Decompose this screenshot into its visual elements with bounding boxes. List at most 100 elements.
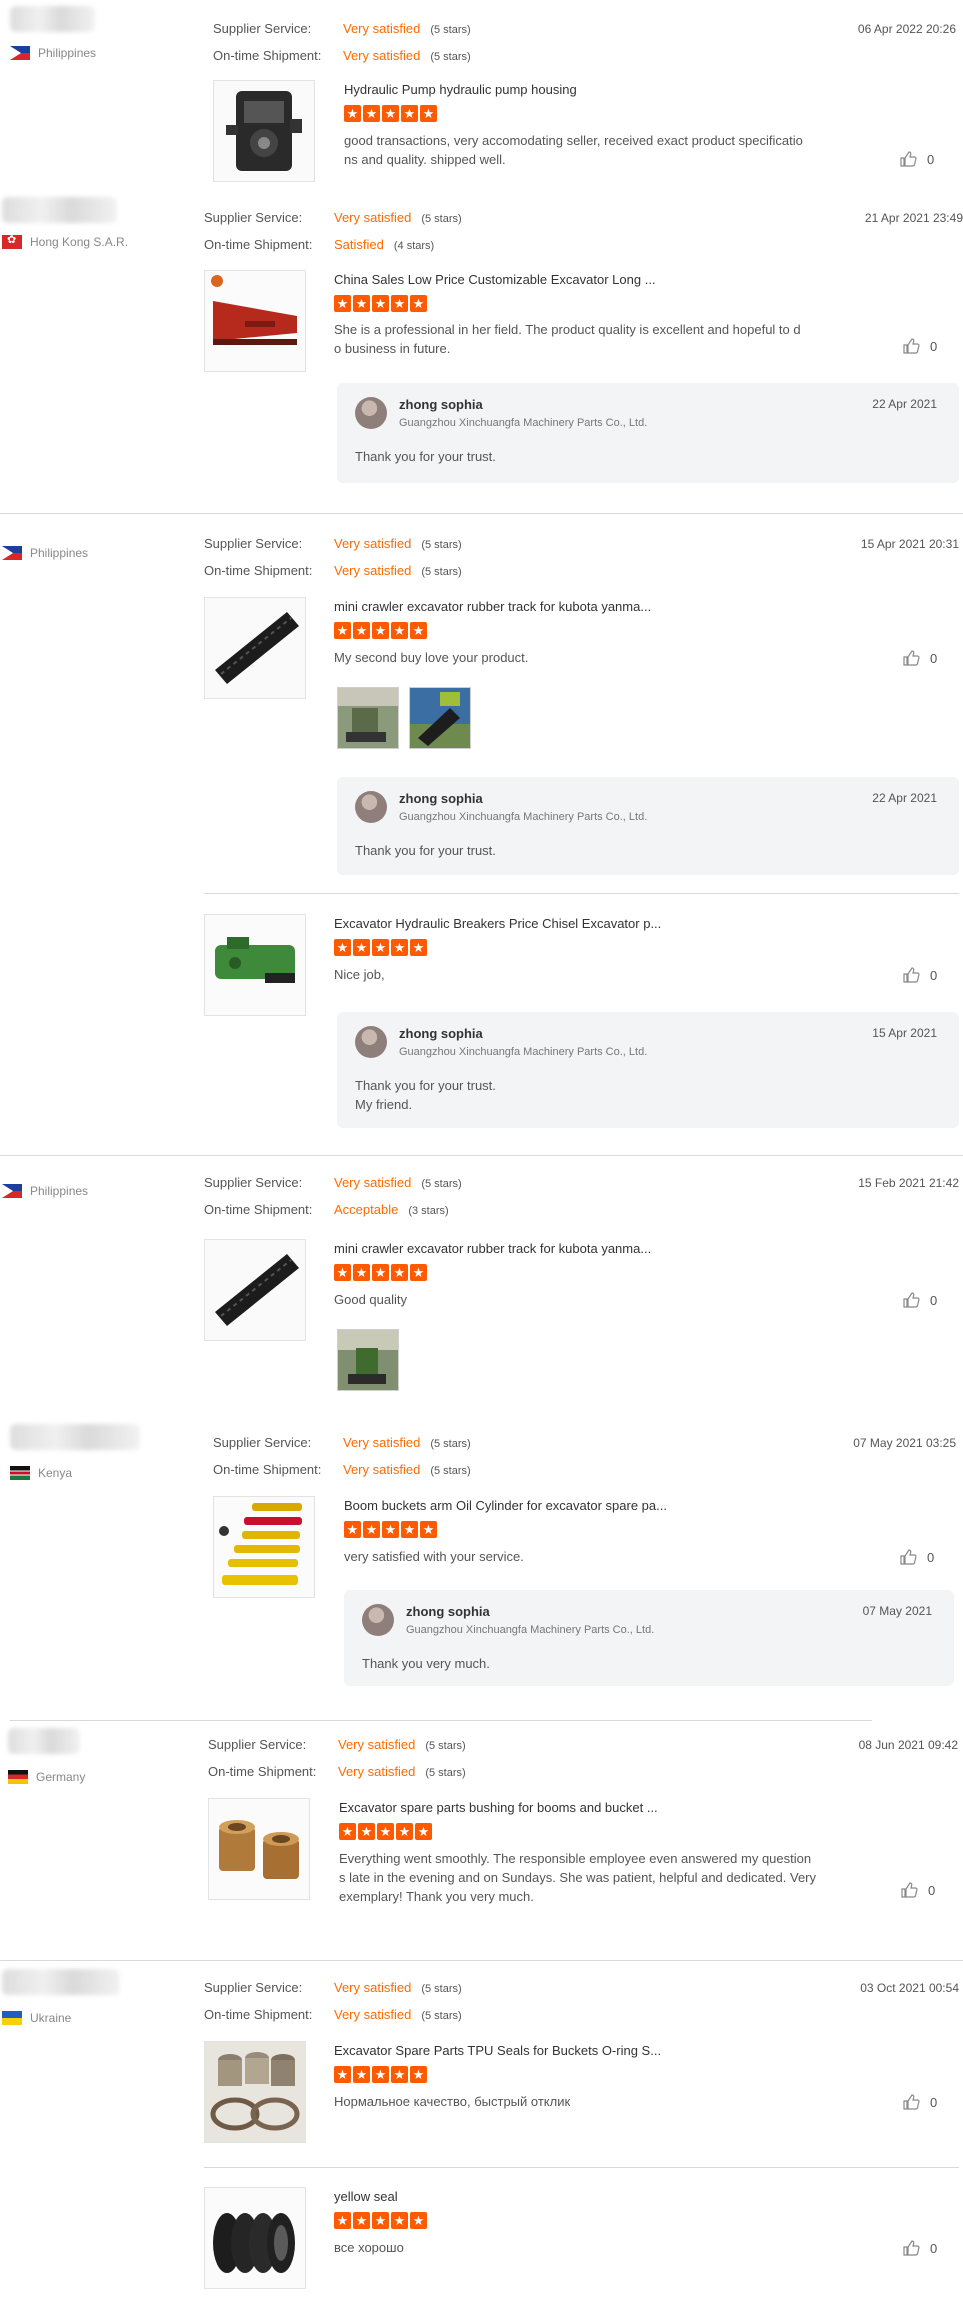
supplier-service-value: Very satisfied	[338, 1737, 416, 1752]
item-rating-stars: ★ ★ ★ ★ ★	[344, 105, 437, 122]
reply-date: 22 Apr 2021	[872, 397, 937, 411]
star-icon: ★	[382, 1521, 399, 1538]
star-icon: ★	[344, 1521, 361, 1538]
buyer-country: Philippines	[2, 1184, 88, 1198]
product-thumbnail[interactable]	[213, 1496, 315, 1598]
product-name-link[interactable]: Boom buckets arm Oil Cylinder for excava…	[344, 1498, 667, 1513]
comment-line: Nice job,	[334, 967, 385, 982]
buyer-country: Philippines	[2, 546, 88, 560]
star-icon: ★	[410, 1264, 427, 1281]
thumbs-up-icon	[903, 967, 920, 983]
like-button[interactable]: 0	[902, 649, 937, 667]
review-comment: She is a professional in her field. The …	[334, 320, 801, 358]
rating-summary: Supplier Service: Very satisfied (5 stars)…	[204, 205, 462, 259]
review-photo[interactable]	[337, 1329, 399, 1391]
ontime-shipment-stars: (5 stars)	[430, 1465, 471, 1477]
supplier-service-stars: (5 stars)	[421, 539, 462, 551]
product-name-link[interactable]: China Sales Low Price Customizable Excav…	[334, 272, 656, 287]
item-rating-stars: ★ ★ ★ ★ ★	[334, 622, 427, 639]
flag-icon	[10, 46, 30, 60]
ontime-shipment-value: Satisfied	[334, 237, 384, 252]
review-card: Philippines Supplier Service: Very satisf…	[0, 513, 963, 1154]
review-card: Philippines Supplier Service: Very satisf…	[0, 1155, 963, 1411]
product-name-link[interactable]: mini crawler excavator rubber track for …	[334, 1241, 651, 1256]
avatar	[355, 1026, 387, 1058]
star-icon: ★	[410, 2212, 427, 2229]
reply-date: 22 Apr 2021	[872, 791, 937, 805]
like-button[interactable]: 0	[902, 2239, 937, 2257]
like-button[interactable]: 0	[902, 966, 937, 984]
product-name-link[interactable]: Hydraulic Pump hydraulic pump housing	[344, 82, 577, 97]
star-icon: ★	[420, 105, 437, 122]
item-rating-stars: ★ ★ ★ ★ ★	[334, 2066, 427, 2083]
supplier-service-label: Supplier Service:	[213, 21, 312, 36]
product-thumbnail[interactable]	[204, 2187, 306, 2289]
rating-summary: Supplier Service: Very satisfied (5 stars)…	[204, 531, 462, 585]
product-name-link[interactable]: Excavator spare parts bushing for booms …	[339, 1800, 658, 1815]
review-comment: very satisfied with your service.	[344, 1547, 524, 1566]
comment-line: s late in the evening and on Sundays. Sh…	[339, 1870, 817, 1885]
product-thumbnail[interactable]	[208, 1798, 310, 1900]
reply-date: 07 May 2021	[862, 1604, 932, 1618]
supplier-service-stars: (5 stars)	[430, 1438, 471, 1450]
review-card: Germany Supplier Service: Very satisfied (…	[0, 1720, 963, 1956]
review-photo[interactable]	[337, 687, 399, 749]
reply-line: Thank you very much.	[362, 1656, 490, 1671]
like-count: 0	[930, 650, 938, 666]
like-button[interactable]: 0	[902, 1291, 937, 1309]
supplier-service-value: Very satisfied	[343, 1435, 421, 1450]
star-icon: ★	[401, 1521, 418, 1538]
star-icon: ★	[353, 939, 370, 956]
like-button[interactable]: 0	[902, 337, 937, 355]
reviewed-product: Excavator spare parts bushing for booms …	[208, 1798, 958, 1908]
star-icon: ★	[363, 1521, 380, 1538]
product-thumbnail[interactable]	[204, 1239, 306, 1341]
supplier-service-label: Supplier Service:	[208, 1737, 307, 1752]
buyer-name-blurred	[2, 1969, 120, 1995]
comment-line: все хорошо	[334, 2240, 404, 2255]
comment-line: ns and quality. shipped well.	[344, 152, 506, 167]
like-button[interactable]: 0	[899, 150, 934, 168]
rating-summary: Supplier Service: Very satisfied (5 stars)…	[213, 16, 471, 70]
product-name-link[interactable]: Excavator Spare Parts TPU Seals for Buck…	[334, 2043, 661, 2058]
reply-line: Thank you for your trust.	[355, 1078, 496, 1093]
like-count: 0	[930, 2094, 938, 2110]
buyer-name-blurred	[10, 1424, 140, 1450]
thumbs-up-icon	[903, 2240, 920, 2256]
supplier-service-stars: (5 stars)	[421, 1178, 462, 1190]
supplier-service-stars: (5 stars)	[421, 1983, 462, 1995]
country-name: Philippines	[30, 546, 89, 560]
like-count: 0	[930, 338, 938, 354]
supplier-service-stars: (5 stars)	[430, 24, 471, 36]
star-icon: ★	[372, 295, 389, 312]
ontime-shipment-value: Very satisfied	[343, 1462, 421, 1477]
product-name-link[interactable]: yellow seal	[334, 2189, 398, 2204]
ontime-shipment-label: On-time Shipment:	[204, 563, 313, 578]
product-thumbnail[interactable]	[204, 597, 306, 699]
supplier-service-label: Supplier Service:	[204, 536, 303, 551]
product-thumbnail[interactable]	[204, 270, 306, 372]
review-date: 06 Apr 2022 20:26	[857, 22, 956, 36]
comment-line: My second buy love your product.	[334, 650, 529, 665]
like-count: 0	[930, 967, 938, 983]
buyer-country: Philippines	[10, 46, 96, 60]
like-button[interactable]: 0	[900, 1881, 935, 1899]
like-button[interactable]: 0	[899, 1548, 934, 1566]
product-thumbnail[interactable]	[204, 2041, 306, 2143]
star-icon: ★	[344, 105, 361, 122]
reply-line: My friend.	[355, 1097, 413, 1112]
item-rating-stars: ★ ★ ★ ★ ★	[334, 295, 427, 312]
product-name-link[interactable]: Excavator Hydraulic Breakers Price Chise…	[334, 916, 661, 931]
review-divider	[10, 1720, 872, 1721]
like-button[interactable]: 0	[902, 2093, 937, 2111]
reply-company: Guangzhou Xinchuangfa Machinery Parts Co…	[406, 1624, 655, 1636]
ontime-shipment-value: Very satisfied	[343, 48, 421, 63]
product-thumbnail[interactable]	[204, 914, 306, 1016]
thumbs-up-icon	[900, 151, 917, 167]
reply-company: Guangzhou Xinchuangfa Machinery Parts Co…	[399, 417, 648, 429]
reviewed-product: mini crawler excavator rubber track for …	[204, 597, 959, 787]
review-photo[interactable]	[409, 687, 471, 749]
star-icon: ★	[410, 2066, 427, 2083]
product-name-link[interactable]: mini crawler excavator rubber track for …	[334, 599, 651, 614]
product-thumbnail[interactable]	[213, 80, 315, 182]
